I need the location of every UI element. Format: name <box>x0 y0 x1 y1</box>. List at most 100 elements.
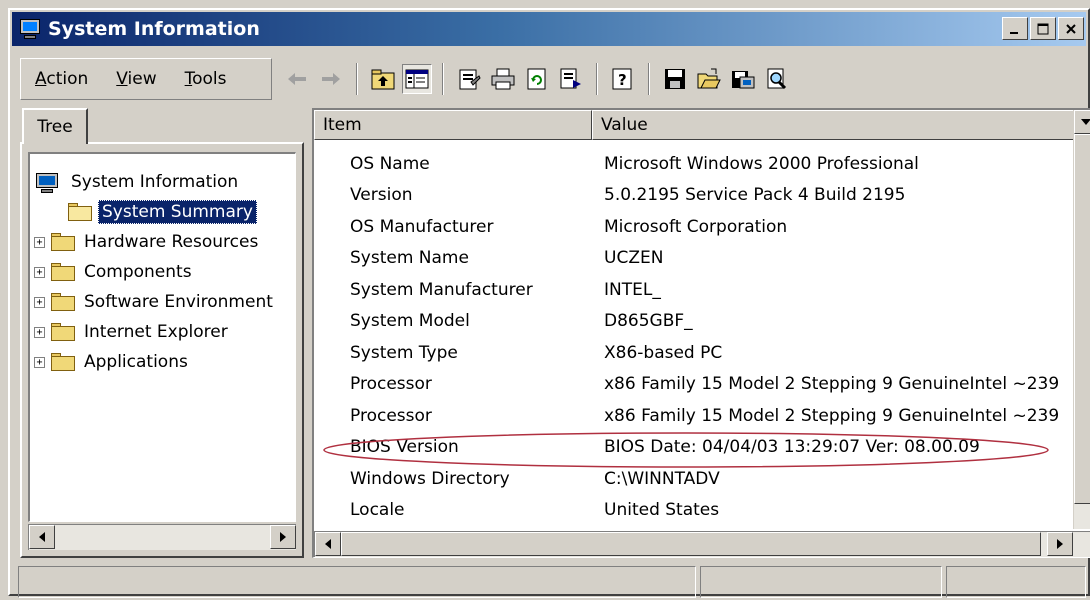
toolbar: ? <box>280 58 1078 100</box>
value-cell: x86 Family 15 Model 2 Stepping 9 Genuine… <box>604 406 1074 426</box>
tree-item-label: Software Environment <box>81 291 276 313</box>
window-title: System Information <box>48 18 260 40</box>
save-icon <box>663 68 687 90</box>
menu-view[interactable]: View <box>102 69 170 89</box>
list-scroll-right-button[interactable] <box>1047 532 1073 556</box>
table-row[interactable]: OS NameMicrosoft Windows 2000 Profession… <box>314 148 1074 179</box>
item-cell: OS Name <box>350 154 430 174</box>
list-scroll-thumb[interactable] <box>1074 134 1090 504</box>
help-icon: ? <box>611 68 635 90</box>
expand-plus-icon[interactable]: + <box>34 297 45 308</box>
print-button[interactable] <box>488 64 518 94</box>
tree-item-software-environment[interactable]: + Software Environment <box>34 288 276 316</box>
svg-text:?: ? <box>618 71 627 89</box>
save-system-info-icon <box>731 68 755 90</box>
tree-item-applications[interactable]: + Applications <box>34 348 191 376</box>
scroll-down-button[interactable] <box>1074 110 1090 134</box>
scroll-right-button[interactable] <box>270 525 296 549</box>
value-cell: x86 Family 15 Model 2 Stepping 9 Genuine… <box>604 374 1074 394</box>
value-cell: United States <box>604 500 1074 520</box>
value-cell: C:\WINNTADV <box>604 469 1074 489</box>
tree-item-label: Hardware Resources <box>81 231 261 253</box>
value-cell: INTEL_ <box>604 280 1074 300</box>
tree-item-label: Applications <box>81 351 191 373</box>
tree-item-internet-explorer[interactable]: +Internet Explorer <box>34 318 231 346</box>
properties-button[interactable] <box>454 64 484 94</box>
table-row[interactable]: Version5.0.2195 Service Pack 4 Build 219… <box>314 180 1074 211</box>
back-button[interactable] <box>282 64 312 94</box>
arrow-right-icon <box>279 532 287 542</box>
tree-view[interactable]: System Information System Summary + Hardwa… <box>28 152 296 522</box>
table-row[interactable]: BIOS VersionBIOS Date: 04/04/03 13:29:07… <box>314 432 1074 463</box>
folder-open-icon <box>68 203 92 221</box>
item-cell: System Manufacturer <box>350 280 533 300</box>
close-button[interactable] <box>1058 17 1084 40</box>
tree-item-system-summary[interactable]: System Summary <box>34 198 257 226</box>
folder-icon <box>51 293 75 311</box>
item-cell: Version <box>350 185 413 205</box>
table-row[interactable]: Processorx86 Family 15 Model 2 Stepping … <box>314 369 1074 400</box>
refresh-icon <box>525 68 549 90</box>
list-horizontal-scrollbar[interactable] <box>314 531 1090 557</box>
table-row[interactable]: Windows Directory C:\WINNTADV <box>314 463 1074 494</box>
scroll-left-button[interactable] <box>29 525 55 549</box>
tab-tree[interactable]: Tree <box>22 108 88 144</box>
expand-plus-icon[interactable]: + <box>34 327 45 338</box>
details-list[interactable]: Item Value OS NameMicrosoft Windows 2000… <box>312 108 1090 558</box>
table-row[interactable]: Locale United States <box>314 495 1074 526</box>
tree-item-components[interactable]: + Components <box>34 258 195 286</box>
find-button[interactable] <box>762 64 792 94</box>
maximize-icon <box>1037 23 1049 35</box>
arrow-left-icon <box>38 532 46 542</box>
table-row[interactable]: System ModelD865GBF_ <box>314 306 1074 337</box>
save-button[interactable] <box>660 64 690 94</box>
refresh-button[interactable] <box>522 64 552 94</box>
menu-tools[interactable]: Tools <box>171 69 241 89</box>
table-row[interactable]: System NameUCZEN <box>314 243 1074 274</box>
item-cell: System Type <box>350 343 458 363</box>
list-scroll-left-button[interactable] <box>315 532 341 556</box>
table-row[interactable]: OS ManufacturerMicrosoft Corporation <box>314 211 1074 242</box>
expand-plus-icon[interactable]: + <box>34 267 45 278</box>
expand-plus-icon[interactable]: + <box>34 357 45 368</box>
title-bar[interactable]: System Information <box>12 12 1086 46</box>
help-button[interactable]: ? <box>608 64 638 94</box>
forward-button[interactable] <box>316 64 346 94</box>
minimize-button[interactable] <box>1002 17 1028 40</box>
up-one-level-button[interactable] <box>368 64 398 94</box>
table-row[interactable]: System TypeX86-based PC <box>314 337 1074 368</box>
expand-plus-icon[interactable]: + <box>34 237 45 248</box>
item-cell: Windows Directory <box>350 469 510 489</box>
value-cell: Microsoft Corporation <box>604 217 1074 237</box>
system-information-icon <box>34 171 62 193</box>
back-arrow-icon <box>286 71 308 87</box>
column-header-item[interactable]: Item <box>314 110 592 140</box>
open-button[interactable] <box>694 64 724 94</box>
close-icon <box>1065 23 1077 35</box>
table-row[interactable]: Processorx86 Family 15 Model 2 Stepping … <box>314 400 1074 431</box>
value-cell: BIOS Date: 04/04/03 13:29:07 Ver: 08.00.… <box>604 437 1074 457</box>
value-cell: UCZEN <box>604 248 1074 268</box>
save-system-info-button[interactable] <box>728 64 758 94</box>
menu-action[interactable]: Action <box>21 69 102 89</box>
tree-item-label: Components <box>81 261 195 283</box>
value-cell: D865GBF_ <box>604 311 1074 331</box>
up-one-level-icon <box>371 68 395 90</box>
list-vertical-scrollbar[interactable] <box>1073 110 1090 529</box>
folder-icon <box>51 353 75 371</box>
tree-item-hardware-resources[interactable]: + Hardware Resources <box>34 228 261 256</box>
open-icon <box>697 68 721 90</box>
item-cell: Locale <box>350 500 405 520</box>
list-hscroll-thumb[interactable] <box>341 532 1041 556</box>
show-hide-tree-button[interactable] <box>402 64 432 94</box>
export-list-button[interactable] <box>556 64 586 94</box>
tree-item-label: System Summary <box>98 200 257 224</box>
maximize-button[interactable] <box>1030 17 1056 40</box>
system-information-app-icon[interactable] <box>18 18 42 40</box>
column-header-value[interactable]: Value <box>592 110 1076 140</box>
table-row[interactable]: System Manufacturer INTEL_ <box>314 274 1074 305</box>
folder-icon <box>51 263 75 281</box>
tree-horizontal-scrollbar[interactable] <box>28 524 296 550</box>
print-icon <box>491 68 515 90</box>
tree-item-system-information[interactable]: System Information <box>34 168 241 196</box>
